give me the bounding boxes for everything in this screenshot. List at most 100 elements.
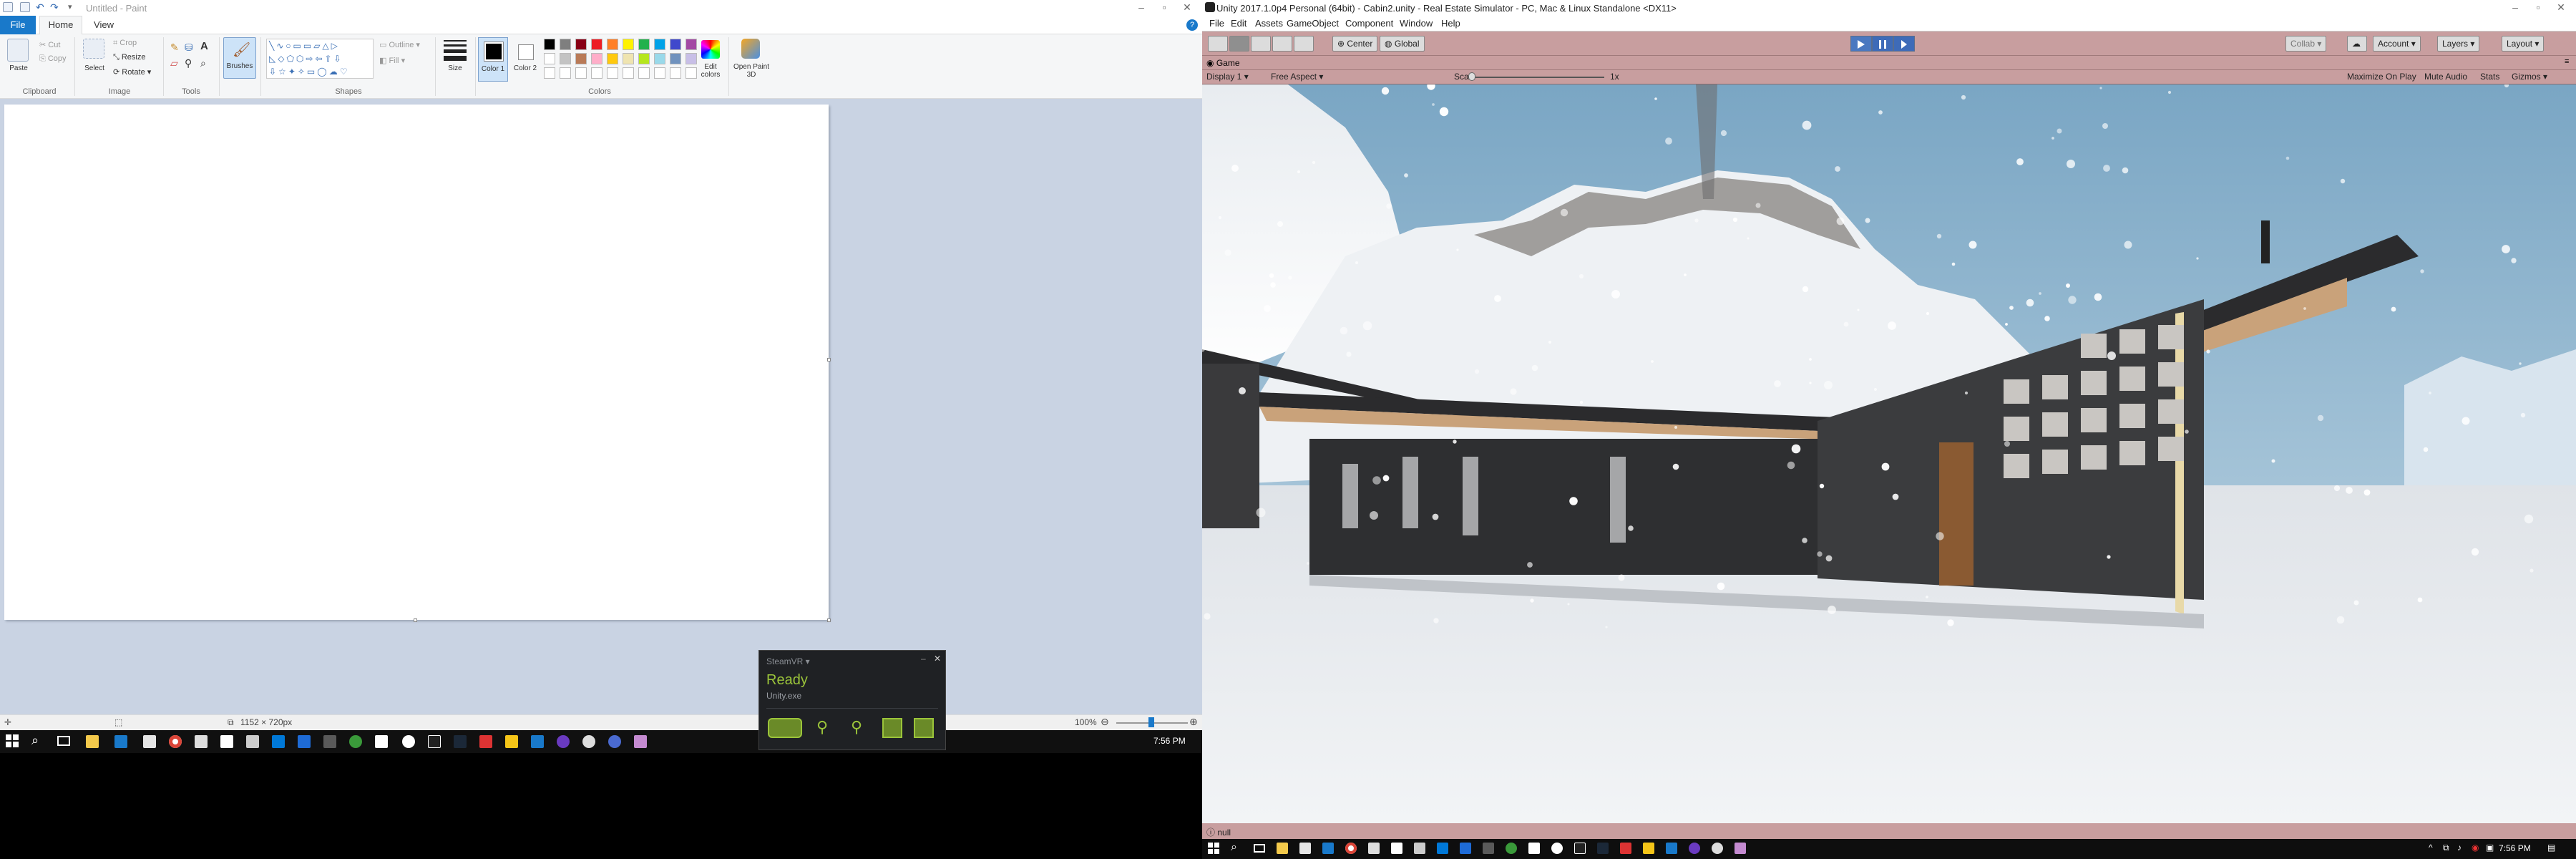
scale-slider-thumb[interactable] [1468,72,1475,81]
custom-color-slot[interactable] [560,67,571,79]
palette-swatch[interactable] [607,53,618,64]
cloud-icon[interactable]: ☁ [2347,36,2367,52]
camera-icon[interactable] [1483,843,1494,854]
canvas-resize-handle[interactable] [827,618,831,622]
app-icon[interactable] [349,735,362,748]
fill-bucket-icon[interactable]: ⛁ [185,42,193,54]
outline-dropdown[interactable]: ▭ Outline ▾ [379,40,420,49]
aspect-dropdown[interactable]: Free Aspect ▾ [1271,72,1323,82]
pause-button[interactable] [1872,36,1893,52]
maximize-on-play-toggle[interactable]: Maximize On Play [2347,72,2416,82]
search-icon[interactable]: ⌕ [31,733,39,748]
resize-button[interactable]: ⤡ Resize [113,53,145,62]
volume-icon[interactable]: ♪ [2457,843,2462,853]
size-icon[interactable] [444,40,467,61]
notepad-icon[interactable] [1368,843,1380,854]
drawing-canvas[interactable] [4,105,829,620]
zoom-in-icon[interactable]: ⊕ [1189,716,1198,728]
close-button[interactable]: ✕ [1176,1,1198,14]
tab-view[interactable]: View [86,16,122,34]
palette-swatch[interactable] [575,39,587,50]
palette-swatch[interactable] [591,39,602,50]
menu-window[interactable]: Window [1400,18,1433,29]
edit-colors-icon[interactable] [701,40,720,59]
rotate-button[interactable]: ⟳ Rotate ▾ [113,67,151,77]
save-icon[interactable] [20,2,30,12]
mute-audio-toggle[interactable]: Mute Audio [2424,72,2467,82]
palette-swatch[interactable] [607,39,618,50]
display-dropdown[interactable]: Display 1 ▾ [1206,72,1249,82]
app-icon[interactable] [582,735,595,748]
palette-swatch[interactable] [623,53,634,64]
headset-icon[interactable] [768,718,802,738]
app-icon[interactable] [272,735,285,748]
menu-component[interactable]: Component [1345,18,1393,29]
app-icon[interactable] [1689,843,1700,854]
color1-button[interactable]: Color 1 [478,37,508,82]
unity-hub-icon[interactable] [1574,843,1586,854]
task-view-icon[interactable] [1254,844,1265,853]
notifications-icon[interactable]: ▤ [2547,843,2555,853]
redo-icon[interactable]: ↷ [50,1,59,14]
size-button[interactable]: Size [439,64,471,72]
chrome-icon[interactable] [169,735,182,748]
palette-swatch[interactable] [591,53,602,64]
tab-home[interactable]: Home [39,16,82,34]
steamvr-menu[interactable]: SteamVR ▾ [766,656,810,666]
magnifier-icon[interactable]: ⌕ [200,57,206,69]
camera-icon[interactable] [323,735,336,748]
paint-taskbar-icon[interactable] [634,735,647,748]
close-button[interactable]: ✕ [2550,1,2572,14]
paint3d-icon[interactable] [741,39,760,59]
app-icon[interactable] [531,735,544,748]
paint-taskbar-icon[interactable] [1735,843,1746,854]
palette-swatch[interactable] [575,53,587,64]
mail-icon[interactable] [1528,843,1540,854]
unity-icon[interactable] [402,735,415,748]
pivot-center-toggle[interactable]: ⊕ Center [1332,36,1378,52]
play-button[interactable] [1850,36,1872,52]
palette-swatch[interactable] [654,39,665,50]
scale-slider-track[interactable] [1468,77,1604,78]
console-status[interactable]: ⓘ null [1206,826,1231,838]
app-icon[interactable] [298,735,311,748]
app-icon[interactable] [505,735,518,748]
custom-color-slot[interactable] [623,67,634,79]
mail-icon[interactable] [375,735,388,748]
step-button[interactable] [1893,36,1915,52]
search-icon[interactable]: ⌕ [1231,841,1237,854]
paste-icon[interactable] [7,39,29,62]
tab-menu-icon[interactable]: ≡ [2565,57,2569,66]
menu-help[interactable]: Help [1441,18,1460,29]
rect-tool-icon[interactable] [1294,36,1314,52]
minimize-icon[interactable]: – [921,654,926,664]
palette-swatch[interactable] [686,39,697,50]
palette-swatch[interactable] [638,53,650,64]
app-icon[interactable] [1460,843,1471,854]
stats-toggle[interactable]: Stats [2480,72,2499,82]
app-icon[interactable] [479,735,492,748]
palette-swatch[interactable] [544,53,555,64]
cut-button[interactable]: ✂ Cut [39,40,60,49]
palette-swatch[interactable] [560,39,571,50]
crop-button[interactable]: ⌗ Crop [113,39,137,48]
controller-2-icon[interactable]: ⚲ [847,718,867,738]
chrome-icon[interactable] [1345,843,1357,854]
edge-icon[interactable] [1322,843,1334,854]
palette-swatch[interactable] [670,53,681,64]
palette-swatch[interactable] [670,39,681,50]
app-icon[interactable] [557,735,570,748]
app-icon[interactable] [1437,843,1448,854]
calculator-icon[interactable] [220,735,233,748]
store-icon[interactable] [143,735,156,748]
task-view-icon[interactable] [57,736,70,746]
customize-qa-icon[interactable]: ▾ [68,2,72,11]
minimize-button[interactable]: – [2504,1,2526,13]
custom-color-slot[interactable] [654,67,665,79]
app-icon[interactable] [1506,843,1517,854]
minimize-button[interactable]: – [1131,1,1152,13]
shapes-gallery[interactable]: ╲∿○▭▭▱△▷ ◺◇⬠⬡⇨⇦⇧⇩ ⇩☆✦✧▭◯☁♡ [266,39,374,79]
start-icon[interactable] [6,734,19,747]
close-icon[interactable]: ✕ [934,654,941,664]
maximize-button[interactable]: ▫ [2527,1,2549,13]
